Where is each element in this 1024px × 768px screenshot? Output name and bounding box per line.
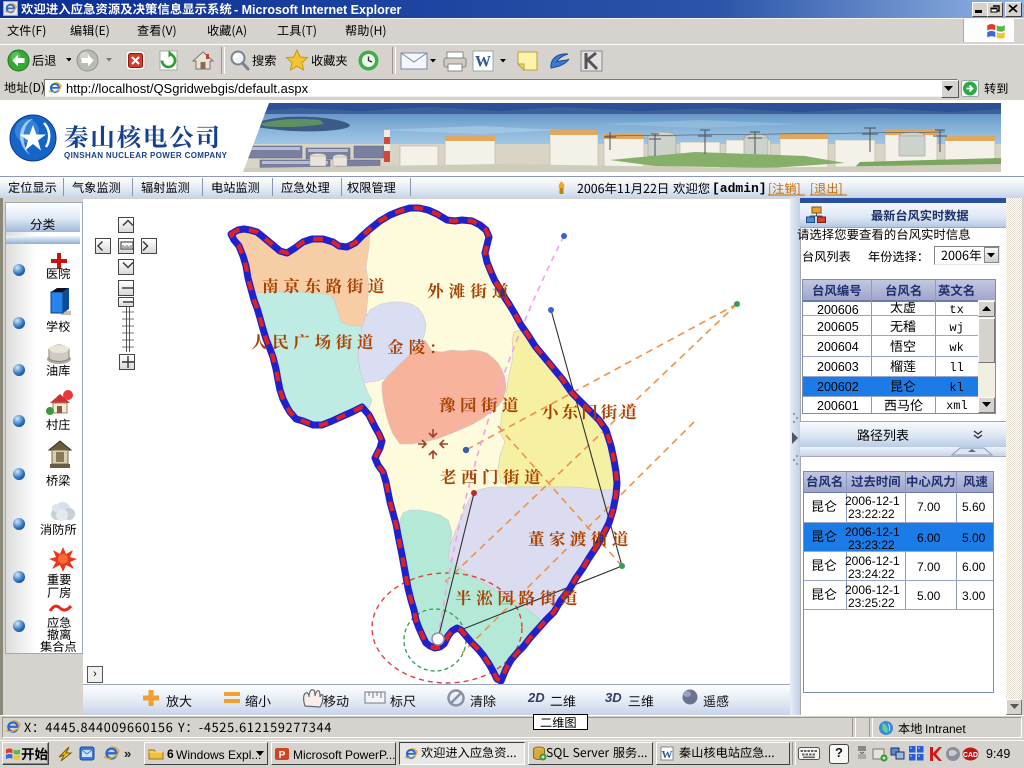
svg-text:CAD: CAD [963, 752, 978, 759]
svg-text:W: W [662, 749, 673, 761]
svg-text:P: P [279, 750, 286, 761]
